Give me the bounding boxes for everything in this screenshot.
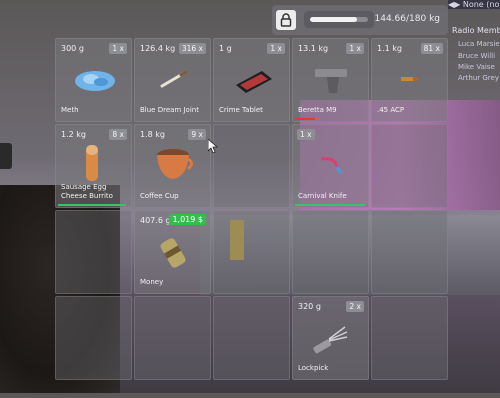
- inventory-slot[interactable]: 320 g 2 x Lockpick: [292, 296, 369, 380]
- knife-icon: [320, 157, 343, 174]
- slot-count: 8 x: [109, 129, 127, 140]
- weight-text: 144.66/180 kg: [374, 14, 441, 24]
- slot-label: Meth: [61, 106, 79, 114]
- slot-weight: 320 g: [298, 302, 321, 311]
- inventory-slot-empty[interactable]: [371, 296, 448, 380]
- inventory-slot[interactable]: 1.8 kg 9 x Coffee Cup: [134, 124, 211, 208]
- slot-label: .45 ACP: [377, 106, 405, 114]
- meth-crystals-icon: [75, 71, 115, 91]
- durability-bar: [58, 204, 126, 206]
- radio-member: Bruce Willi: [458, 52, 496, 60]
- inventory-slot-empty[interactable]: [292, 210, 369, 294]
- inventory-slot-empty[interactable]: [213, 296, 290, 380]
- radio-title: Radio Members: [452, 26, 500, 35]
- slot-weight: 13.1 kg: [298, 44, 329, 53]
- tablet-icon: [236, 71, 272, 93]
- slot-label: Beretta M9: [298, 106, 337, 114]
- slot-label: Blue Dream Joint: [140, 106, 199, 114]
- side-tab[interactable]: [0, 143, 12, 169]
- slot-count: 1 x: [346, 43, 364, 54]
- inventory-grid: 300 g 1 x Meth 126.4 kg 316 x Blue Dream…: [55, 38, 450, 398]
- slot-weight: 1.1 kg: [377, 44, 402, 53]
- radio-member: Mike Vaise: [458, 63, 495, 71]
- inventory-slot-empty[interactable]: [213, 210, 290, 294]
- lockpick-icon: [313, 326, 348, 354]
- inventory-slot[interactable]: 1.1 kg 81 x .45 ACP: [371, 38, 448, 122]
- money-badge: 1,019 $: [169, 214, 206, 225]
- lock-button[interactable]: [276, 10, 296, 30]
- pistol-icon: [315, 69, 347, 93]
- durability-bar: [295, 118, 316, 120]
- inventory-slot-empty[interactable]: [371, 124, 448, 208]
- slot-count: 1 x: [297, 129, 315, 140]
- slot-count: 316 x: [178, 43, 206, 54]
- inventory-slot-empty[interactable]: [55, 296, 132, 380]
- inventory-slot-empty[interactable]: [134, 296, 211, 380]
- inventory-slot[interactable]: 1 g 1 x Crime Tablet: [213, 38, 290, 122]
- inventory-slot[interactable]: 407.6 g 1,019 $ Money: [134, 210, 211, 294]
- coffee-cup-icon: [157, 149, 193, 179]
- inventory-slot[interactable]: 1.2 kg 8 x Sausage Egg Cheese Burrito: [55, 124, 132, 208]
- slot-label: Money: [140, 278, 164, 286]
- inventory-slot-empty[interactable]: [213, 124, 290, 208]
- radio-panel: ◀▶ None (none) Radio Members Luca Marsie…: [448, 0, 500, 82]
- slot-label: Coffee Cup: [140, 192, 179, 200]
- slot-count: 81 x: [420, 43, 443, 54]
- slot-count: 1 x: [109, 43, 127, 54]
- weight-panel: 144.66/180 kg: [272, 5, 448, 35]
- inventory-slot[interactable]: 126.4 kg 316 x Blue Dream Joint: [134, 38, 211, 122]
- slot-weight: 300 g: [61, 44, 84, 53]
- slot-count: 2 x: [346, 301, 364, 312]
- mouse-cursor-icon: [208, 139, 218, 153]
- weight-bar: [304, 11, 374, 28]
- radio-channel[interactable]: ◀▶ None (none): [448, 0, 500, 9]
- slot-weight: 1.8 kg: [140, 130, 165, 139]
- slot-label: Lockpick: [298, 364, 329, 372]
- money-roll-icon: [160, 238, 186, 268]
- inventory-slot[interactable]: 1 x Carnival Knife: [292, 124, 369, 208]
- slot-weight: 1.2 kg: [61, 130, 86, 139]
- slot-label: Crime Tablet: [219, 106, 263, 114]
- slot-weight: 407.6 g: [140, 216, 171, 225]
- lock-icon: [280, 13, 292, 27]
- radio-member: Arthur Grey: [458, 74, 499, 82]
- slot-weight: 1 g: [219, 44, 232, 53]
- durability-bar: [295, 204, 366, 206]
- inventory-slot[interactable]: 300 g 1 x Meth: [55, 38, 132, 122]
- slot-weight: 126.4 kg: [140, 44, 176, 53]
- inventory-slot[interactable]: 13.1 kg 1 x Beretta M9: [292, 38, 369, 122]
- slot-label: Sausage Egg Cheese Burrito: [61, 183, 113, 200]
- slot-count: 1 x: [267, 43, 285, 54]
- radio-member: Luca Marsiello: [458, 40, 500, 48]
- inventory-slot-empty[interactable]: [55, 210, 132, 294]
- joint-icon: [160, 70, 188, 88]
- slot-label: Carnival Knife: [298, 192, 347, 200]
- inventory-slot-empty[interactable]: [371, 210, 448, 294]
- weight-bar-fill: [310, 17, 357, 22]
- bullet-icon: [401, 77, 418, 81]
- burrito-icon: [86, 145, 98, 181]
- slot-count: 9 x: [188, 129, 206, 140]
